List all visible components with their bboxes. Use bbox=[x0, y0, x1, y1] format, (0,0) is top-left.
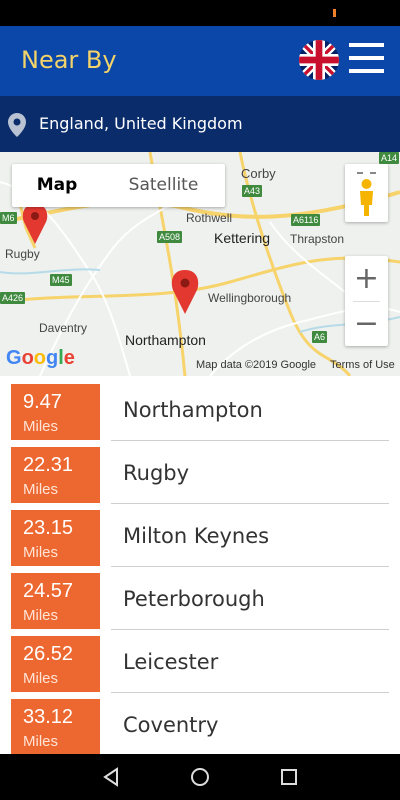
city-name: Peterborough bbox=[123, 587, 265, 611]
zoom-controls: + − bbox=[345, 256, 388, 346]
hamburger-menu-icon[interactable] bbox=[349, 43, 384, 75]
map-label-corby: Corby bbox=[241, 166, 276, 181]
list-item[interactable]: 33.12 Miles Coventry bbox=[0, 691, 400, 754]
distance-unit: Miles bbox=[23, 544, 59, 561]
distance-value: 22.31 bbox=[23, 454, 74, 476]
distance-value: 33.12 bbox=[23, 706, 74, 728]
google-logo: Google bbox=[6, 347, 75, 369]
list-item[interactable]: 24.57 Miles Peterborough bbox=[0, 565, 400, 630]
location-pin-icon bbox=[8, 113, 26, 137]
location-bar: England, United Kingdom bbox=[0, 96, 400, 152]
back-triangle-icon[interactable] bbox=[100, 766, 122, 788]
map-marker-rugby[interactable] bbox=[22, 204, 48, 244]
map-label-daventry: Daventry bbox=[39, 321, 88, 335]
road-badge: A6116 bbox=[291, 214, 321, 226]
map-label-rugby: Rugby bbox=[5, 247, 40, 261]
map-label-thrapston: Thrapston bbox=[290, 232, 345, 246]
road-badge: A6 bbox=[312, 331, 328, 343]
road-badge: A14 bbox=[379, 152, 400, 164]
distance-unit: Miles bbox=[23, 607, 59, 624]
road-badge: A508 bbox=[157, 231, 183, 243]
list-item[interactable]: 9.47 Miles Northampton bbox=[0, 376, 400, 441]
home-circle-icon[interactable] bbox=[189, 766, 211, 788]
location-text: England, United Kingdom bbox=[39, 114, 243, 133]
map-terms-link[interactable]: Terms of Use bbox=[330, 359, 395, 371]
distance-unit: Miles bbox=[23, 670, 59, 687]
zoom-in-button[interactable]: + bbox=[345, 256, 388, 301]
app-bar: Near By bbox=[0, 26, 400, 96]
road-badge: M45 bbox=[50, 274, 72, 286]
map-label-wellingborough: Wellingborough bbox=[208, 291, 292, 305]
distance-badge: 24.57 Miles bbox=[11, 573, 100, 629]
road-badge: A43 bbox=[242, 185, 263, 197]
tab-satellite[interactable]: Satellite bbox=[102, 164, 225, 207]
distance-badge: 22.31 Miles bbox=[11, 447, 100, 503]
map-attribution: Map data ©2019 Google bbox=[196, 359, 317, 371]
distance-badge: 9.47 Miles bbox=[11, 384, 100, 440]
status-bar bbox=[0, 0, 400, 26]
city-name: Milton Keynes bbox=[123, 524, 270, 548]
distance-badge: 26.52 Miles bbox=[11, 636, 100, 692]
distance-unit: Miles bbox=[23, 481, 59, 498]
tab-map[interactable]: Map bbox=[12, 164, 102, 207]
map-label-northampton: Northampton bbox=[125, 332, 206, 348]
map-view[interactable]: Map Satellite + − Corby Rothwell Ketteri… bbox=[0, 152, 400, 376]
map-type-toggle: Map Satellite bbox=[12, 164, 225, 207]
distance-value: 23.15 bbox=[23, 517, 74, 539]
page-title: Near By bbox=[21, 46, 117, 74]
distance-badge: 23.15 Miles bbox=[11, 510, 100, 566]
recents-square-icon[interactable] bbox=[278, 766, 300, 788]
list-item[interactable]: 22.31 Miles Rugby bbox=[0, 439, 400, 504]
distance-unit: Miles bbox=[23, 733, 59, 750]
distance-unit: Miles bbox=[23, 418, 59, 435]
distance-value: 24.57 bbox=[23, 580, 74, 602]
battery-icon bbox=[333, 9, 336, 17]
city-name: Leicester bbox=[123, 650, 219, 674]
system-nav-bar bbox=[0, 754, 400, 800]
map-label-kettering: Kettering bbox=[214, 230, 271, 246]
street-view-pegman-icon[interactable] bbox=[345, 164, 388, 222]
city-name: Rugby bbox=[123, 461, 190, 485]
distance-value: 9.47 bbox=[23, 391, 62, 413]
nearby-list: 9.47 Miles Northampton 22.31 Miles Rugby… bbox=[0, 376, 400, 754]
city-name: Coventry bbox=[123, 713, 219, 737]
city-name: Northampton bbox=[123, 398, 263, 422]
zoom-out-button[interactable]: − bbox=[345, 301, 388, 346]
distance-badge: 33.12 Miles bbox=[11, 699, 100, 754]
road-badge: M6 bbox=[0, 212, 17, 224]
map-label-rothwell: Rothwell bbox=[186, 211, 233, 225]
road-badge: A426 bbox=[0, 292, 26, 304]
list-item[interactable]: 26.52 Miles Leicester bbox=[0, 628, 400, 693]
list-item[interactable]: 23.15 Miles Milton Keynes bbox=[0, 502, 400, 567]
distance-value: 26.52 bbox=[23, 643, 74, 665]
uk-flag-icon[interactable] bbox=[299, 40, 339, 80]
